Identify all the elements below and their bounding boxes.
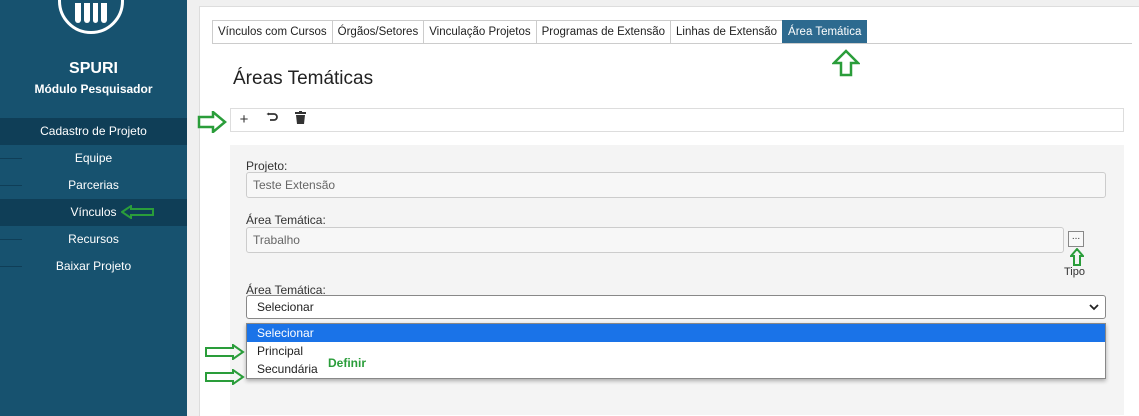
app-subtitle: Módulo Pesquisador bbox=[34, 82, 153, 96]
page-title: Áreas Temáticas bbox=[233, 68, 374, 89]
sidebar-item-label: Vínculos bbox=[70, 205, 117, 219]
annotation-arrow-left-icon bbox=[121, 205, 154, 219]
plus-icon[interactable]: + bbox=[237, 110, 251, 130]
divider bbox=[0, 266, 22, 267]
tab-bar: Vínculos com Cursos Órgãos/Setores Vincu… bbox=[212, 20, 868, 44]
divider bbox=[0, 185, 22, 186]
tab-vinculacao-projetos[interactable]: Vinculação Projetos bbox=[423, 20, 537, 44]
trash-icon[interactable] bbox=[293, 110, 307, 130]
area-tematica-field: Trabalho bbox=[246, 227, 1064, 253]
sidebar-item-vinculos[interactable]: Vínculos bbox=[0, 199, 187, 226]
sidebar-item-equipe[interactable]: Equipe bbox=[0, 145, 187, 172]
option-selecionar[interactable]: Selecionar bbox=[247, 324, 1105, 342]
sidebar-item-recursos[interactable]: Recursos bbox=[0, 226, 187, 253]
sidebar-item-label: Recursos bbox=[68, 232, 119, 246]
main-panel: Vínculos com Cursos Órgãos/Setores Vincu… bbox=[197, 6, 1139, 416]
select-dropdown: Selecionar Principal Secundária bbox=[246, 323, 1106, 379]
select-value: Selecionar bbox=[257, 300, 314, 314]
projeto-label: Projeto: bbox=[246, 159, 288, 173]
tab-vinculos-cursos[interactable]: Vínculos com Cursos bbox=[212, 20, 333, 44]
sidebar-item-label: Equipe bbox=[74, 151, 113, 165]
toolbar: + bbox=[230, 108, 1124, 132]
sidebar: SPURI Módulo Pesquisador Cadastro de Pro… bbox=[0, 0, 187, 416]
divider bbox=[0, 158, 22, 159]
option-secundaria[interactable]: Secundária bbox=[247, 360, 1105, 378]
tab-area-tematica[interactable]: Área Temática bbox=[782, 20, 868, 44]
area-tematica-select[interactable]: Selecionar bbox=[246, 295, 1106, 319]
annotation-arrow-up-icon bbox=[832, 49, 860, 77]
sidebar-item-baixar-projeto[interactable]: Baixar Projeto bbox=[0, 253, 187, 280]
tipo-label: Tipo bbox=[1064, 266, 1085, 278]
annotation-arrow-right-icon bbox=[205, 344, 245, 360]
annotation-arrow-up-icon bbox=[1070, 248, 1084, 266]
option-principal[interactable]: Principal bbox=[247, 342, 1105, 360]
undo-icon[interactable] bbox=[265, 110, 279, 130]
form-area: Projeto: Teste Extensão Área Temática: T… bbox=[230, 145, 1124, 415]
tab-orgaos-setores[interactable]: Órgãos/Setores bbox=[331, 20, 425, 44]
sidebar-section-cadastro-projeto[interactable]: Cadastro de Projeto bbox=[0, 118, 187, 145]
area-tematica-label: Área Temática: bbox=[246, 213, 326, 227]
divider bbox=[212, 43, 1132, 44]
divider bbox=[0, 239, 22, 240]
tab-linhas-extensao[interactable]: Linhas de Extensão bbox=[670, 20, 784, 44]
app-name: SPURI bbox=[69, 60, 118, 77]
annotation-arrow-right-icon bbox=[197, 111, 227, 133]
lookup-button[interactable]: ... bbox=[1068, 231, 1084, 247]
tab-programas-extensao[interactable]: Programas de Extensão bbox=[535, 20, 672, 44]
sidebar-item-label: Baixar Projeto bbox=[55, 259, 132, 273]
annotation-arrow-right-icon bbox=[205, 369, 245, 385]
divider bbox=[0, 212, 22, 213]
logo-icon bbox=[58, 0, 124, 34]
projeto-field: Teste Extensão bbox=[246, 172, 1106, 198]
sidebar-item-label: Parcerias bbox=[68, 178, 119, 192]
sidebar-item-parcerias[interactable]: Parcerias bbox=[0, 172, 187, 199]
annotation-definir: Definir bbox=[328, 356, 367, 370]
